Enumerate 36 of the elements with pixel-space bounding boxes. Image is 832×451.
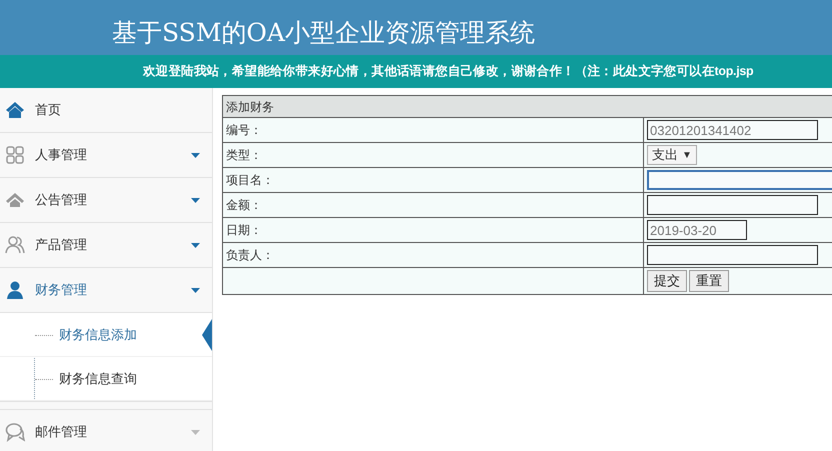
input-field[interactable] — [647, 170, 832, 190]
sidebar-item[interactable]: 产品管理 — [0, 223, 212, 268]
app-title: 基于SSM的OA小型企业资源管理系统 — [112, 16, 535, 49]
grid-icon — [5, 145, 25, 165]
number-field[interactable]: 03201201341402 — [647, 120, 818, 140]
date-field[interactable]: 2019-03-20 — [647, 220, 747, 240]
sidebar-item[interactable]: 人事管理 — [0, 133, 212, 178]
form-title: 添加财务 — [222, 96, 832, 118]
caret-icon — [191, 242, 200, 248]
reset-button[interactable]: 重置 — [689, 270, 729, 292]
sidebar-item[interactable]: 公告管理 — [0, 178, 212, 223]
chat-icon — [5, 422, 25, 442]
input-field[interactable] — [647, 245, 818, 265]
field-label: 编号： — [222, 118, 644, 142]
field-label: 项目名： — [222, 168, 644, 192]
input-field[interactable] — [647, 195, 818, 215]
field-label: 负责人： — [222, 242, 644, 268]
field-label: 金额： — [222, 192, 644, 218]
sidebar-item[interactable]: 首页 — [0, 88, 212, 133]
user-icon — [5, 280, 25, 300]
sidebar-item[interactable]: 邮件管理 — [0, 410, 212, 451]
submenu-item[interactable]: 财务信息查询 — [0, 357, 212, 401]
submit-button[interactable]: 提交 — [647, 270, 687, 292]
submenu-item[interactable]: 财务信息添加 — [0, 313, 212, 357]
active-pointer-icon — [202, 319, 212, 351]
users-icon — [5, 235, 25, 255]
field-label: 类型： — [222, 142, 644, 168]
caret-icon — [191, 430, 200, 434]
type-select[interactable]: 支出 ▼ — [647, 145, 697, 165]
notice-text: 欢迎登陆我站，希望能给你带来好心情，其他话语请您自己修改，谢谢合作！（注：此处文字您可以在top.jsp — [143, 63, 754, 80]
caret-icon — [191, 152, 200, 158]
caret-icon — [191, 288, 200, 292]
home-icon — [5, 100, 25, 120]
field-label: 日期： — [222, 218, 644, 242]
home-icon — [5, 190, 25, 210]
caret-icon — [191, 198, 200, 202]
